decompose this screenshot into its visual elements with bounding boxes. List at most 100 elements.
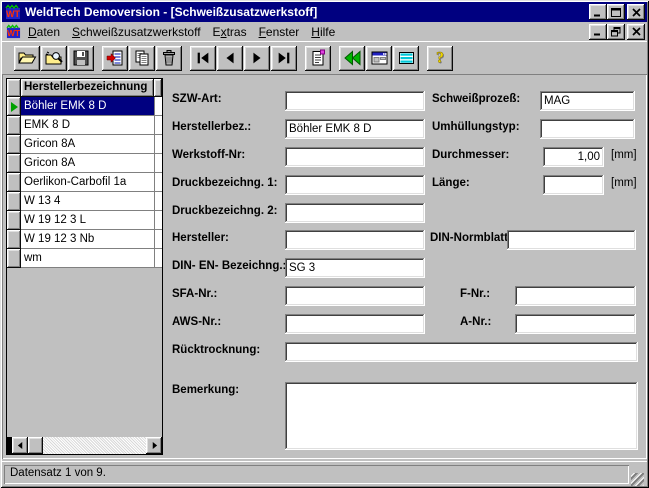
din-normblatt-label: DIN-Normblatt: xyxy=(430,232,512,244)
menu-daten[interactable]: Daten xyxy=(22,23,66,41)
herstellerbez-label: Herstellerbez.: xyxy=(172,121,251,133)
mdi-child-icon[interactable]: WT xyxy=(4,24,22,40)
a-nr-input[interactable] xyxy=(515,314,636,334)
menu-hilfe[interactable]: Hilfe xyxy=(305,23,341,41)
sfa-nr-input[interactable] xyxy=(285,286,425,306)
row-selector[interactable] xyxy=(7,249,21,268)
grid-cell[interactable]: Gricon 8A xyxy=(21,154,154,173)
grid-row[interactable]: Gricon 8A xyxy=(7,135,162,154)
insert-record-icon xyxy=(106,49,124,67)
row-selector[interactable] xyxy=(7,192,21,211)
client-area: Herstellerbezeichnung Böhler EMK 8 DEMK … xyxy=(2,74,647,459)
grid-row[interactable]: Gricon 8A xyxy=(7,154,162,173)
scroll-right-button[interactable] xyxy=(146,437,162,454)
insert-record-button[interactable] xyxy=(102,46,128,71)
grid-cell-overflow xyxy=(154,230,162,249)
grid-cell[interactable]: EMK 8 D xyxy=(21,116,154,135)
svg-text:?: ? xyxy=(436,50,444,67)
minimize-button[interactable] xyxy=(589,4,607,20)
open-button[interactable] xyxy=(14,46,40,71)
grid-cell-overflow xyxy=(154,154,162,173)
row-selector[interactable] xyxy=(7,211,21,230)
grid-cell[interactable]: wm xyxy=(21,249,154,268)
report-button[interactable] xyxy=(305,46,331,71)
resize-grip[interactable] xyxy=(631,473,644,486)
ruecktrocknung-input[interactable] xyxy=(285,342,638,362)
previous-record-button[interactable] xyxy=(217,46,243,71)
search-button[interactable] xyxy=(41,46,67,71)
grid-row[interactable]: W 19 12 3 L xyxy=(7,211,162,230)
mdi-close-button[interactable] xyxy=(627,24,645,40)
screen-view-icon xyxy=(397,49,416,67)
close-button[interactable] xyxy=(627,4,645,20)
hersteller-input[interactable] xyxy=(285,230,425,250)
grid-row[interactable]: W 19 12 3 Nb xyxy=(7,230,162,249)
mdi-restore-icon xyxy=(611,27,621,37)
maximize-button[interactable] xyxy=(607,4,625,20)
werkstoff-nr-input[interactable] xyxy=(285,147,425,167)
menu-fenster[interactable]: Fenster xyxy=(253,23,306,41)
aws-nr-label: AWS-Nr.: xyxy=(172,316,221,328)
app-logo-icon: WT xyxy=(4,4,22,20)
scroll-left-icon xyxy=(17,442,24,449)
next-record-button[interactable] xyxy=(244,46,270,71)
szw-art-input[interactable] xyxy=(285,91,425,111)
grid-cell[interactable]: Oerlikon-Carbofil 1a xyxy=(21,173,154,192)
laenge-input[interactable] xyxy=(543,175,604,195)
menu-schwei-zusatzwerkstoff[interactable]: Schweißzusatzwerkstoff xyxy=(66,23,207,41)
delete-button[interactable] xyxy=(156,46,182,71)
f-nr-input[interactable] xyxy=(515,286,636,306)
din-en-bezeichng-input[interactable] xyxy=(285,258,425,278)
current-record-indicator[interactable] xyxy=(7,97,21,116)
scrollbar-thumb[interactable] xyxy=(28,437,43,454)
menu-items: DatenSchweißzusatzwerkstoffExtrasFenster… xyxy=(22,23,341,41)
screen-view-button[interactable] xyxy=(393,46,419,71)
mdi-minimize-icon xyxy=(593,27,603,36)
druckbezeichng1-input[interactable] xyxy=(285,175,425,195)
help-button[interactable]: ? ? xyxy=(427,46,453,71)
sfa-nr-label: SFA-Nr.: xyxy=(172,288,217,300)
grid-row[interactable]: W 13 4 xyxy=(7,192,162,211)
last-record-button[interactable] xyxy=(271,46,297,71)
form-view-button[interactable] xyxy=(366,46,392,71)
grid-cell[interactable]: Gricon 8A xyxy=(21,135,154,154)
scrollbar-track[interactable] xyxy=(43,437,146,454)
grid-row[interactable]: EMK 8 D xyxy=(7,116,162,135)
bemerkung-label: Bemerkung: xyxy=(172,384,239,396)
umhuellungstyp-input[interactable] xyxy=(540,119,635,139)
grid-cell[interactable]: W 19 12 3 L xyxy=(21,211,154,230)
druckbezeichng2-input[interactable] xyxy=(285,203,425,223)
mdi-restore-button[interactable] xyxy=(607,24,625,40)
trash-icon xyxy=(160,49,178,67)
grid-horizontal-scrollbar xyxy=(7,437,162,454)
grid-row[interactable]: Böhler EMK 8 D xyxy=(7,97,162,116)
next-record-icon xyxy=(249,50,265,66)
row-selector[interactable] xyxy=(7,135,21,154)
save-button[interactable] xyxy=(68,46,94,71)
scroll-left-button[interactable] xyxy=(12,437,28,454)
row-selector[interactable] xyxy=(7,230,21,249)
durchmesser-input[interactable] xyxy=(543,147,604,167)
first-record-button[interactable] xyxy=(190,46,216,71)
grid-row[interactable]: wm xyxy=(7,249,162,268)
grid-column-header[interactable]: Herstellerbezeichnung xyxy=(21,79,154,97)
exit-button[interactable] xyxy=(339,46,365,71)
open-folder-icon xyxy=(17,49,37,67)
mdi-minimize-button[interactable] xyxy=(589,24,607,40)
grid-cell[interactable]: Böhler EMK 8 D xyxy=(21,97,154,116)
grid-cell[interactable]: W 13 4 xyxy=(21,192,154,211)
grid-cell[interactable]: W 19 12 3 Nb xyxy=(21,230,154,249)
din-normblatt-input[interactable] xyxy=(507,230,636,250)
copy-icon xyxy=(133,49,151,67)
aws-nr-input[interactable] xyxy=(285,314,425,334)
bemerkung-textarea[interactable] xyxy=(285,382,638,450)
row-selector[interactable] xyxy=(7,154,21,173)
row-selector[interactable] xyxy=(7,116,21,135)
menu-extras[interactable]: Extras xyxy=(207,23,253,41)
minimize-icon xyxy=(593,8,603,17)
herstellerbez-input[interactable] xyxy=(285,119,425,139)
schweissprozess-input[interactable] xyxy=(540,91,635,111)
row-selector[interactable] xyxy=(7,173,21,192)
grid-row[interactable]: Oerlikon-Carbofil 1a xyxy=(7,173,162,192)
copy-button[interactable] xyxy=(129,46,155,71)
